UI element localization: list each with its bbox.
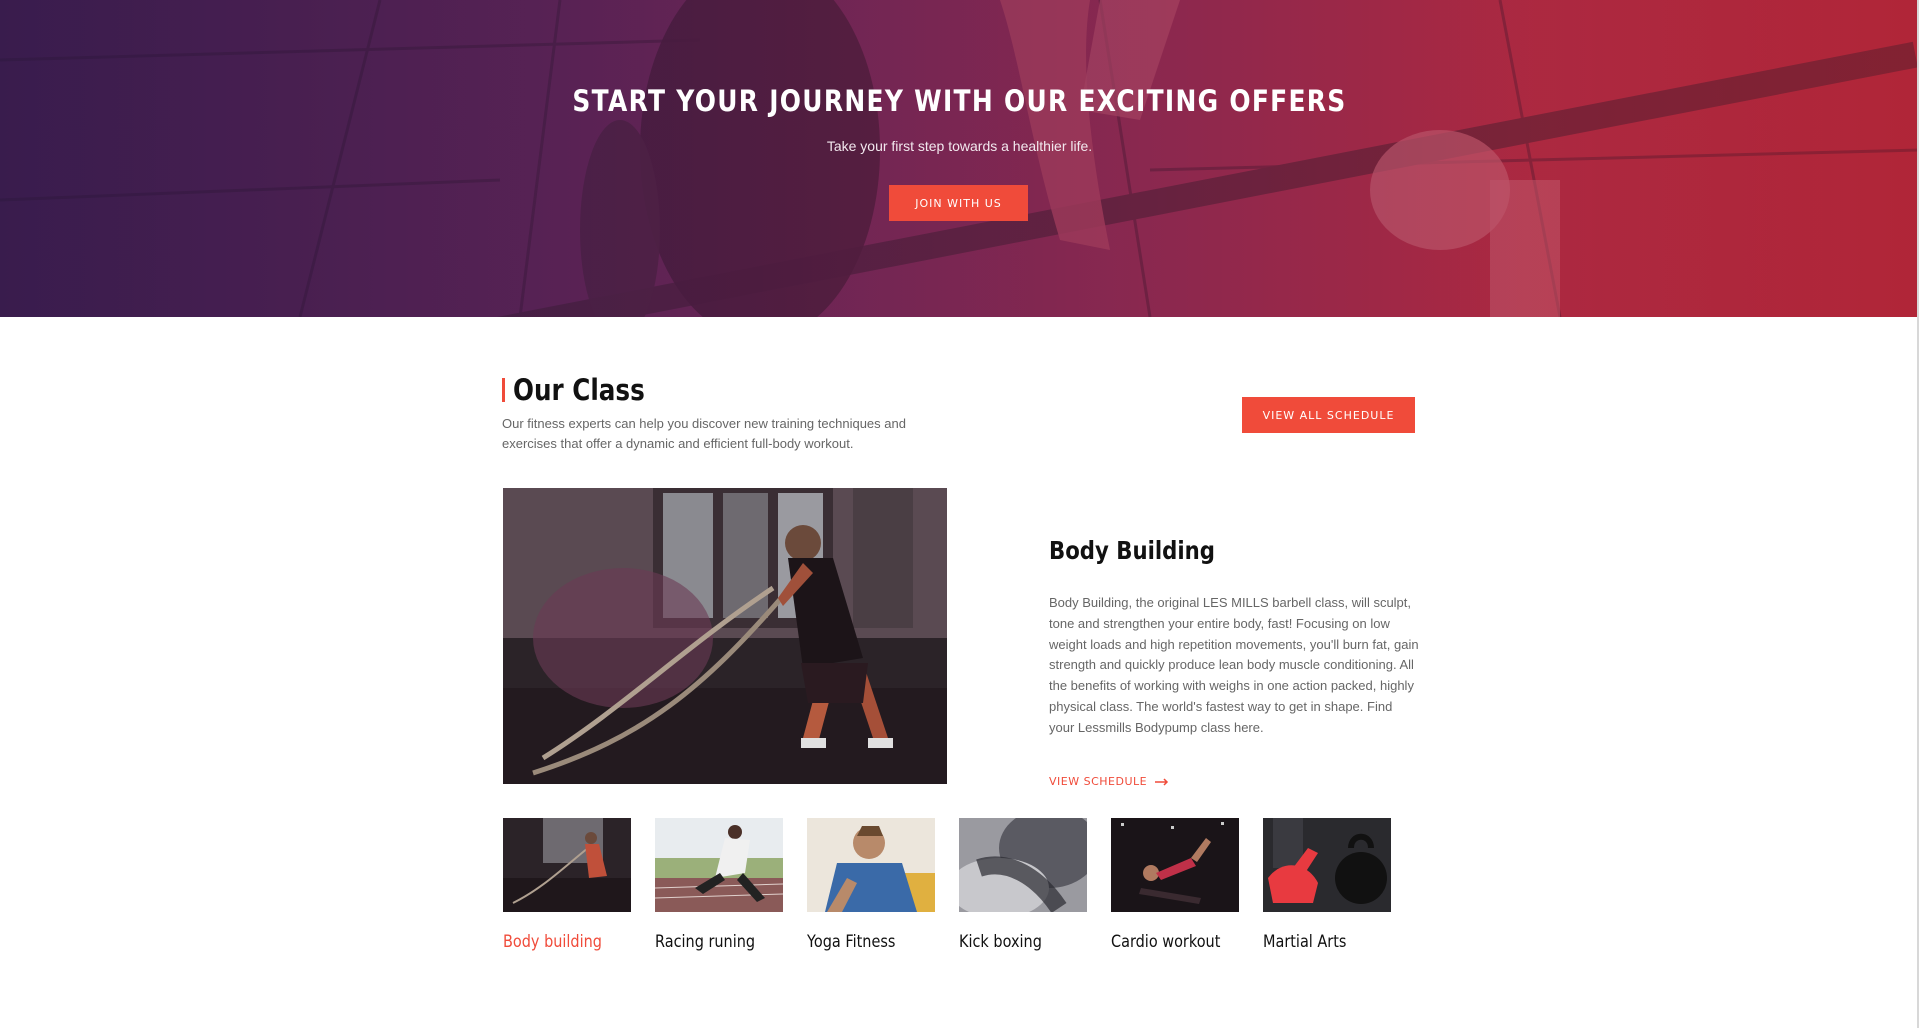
view-schedule-link[interactable]: VIEW SCHEDULE — [1049, 775, 1169, 788]
class-thumb-body-building[interactable]: Body building — [503, 818, 631, 952]
featured-photo-illustration — [503, 488, 947, 784]
class-thumb-yoga-fitness[interactable]: Yoga Fitness — [807, 818, 935, 952]
thumb-image — [503, 818, 631, 912]
class-thumb-cardio-workout[interactable]: Cardio workout — [1111, 818, 1239, 952]
section-description: Our fitness experts can help you discove… — [502, 416, 906, 451]
join-with-us-button[interactable]: JOIN WITH US — [889, 185, 1028, 221]
hero-banner: START YOUR JOURNEY WITH OUR EXCITING OFF… — [0, 0, 1919, 317]
thumb-label: Kick boxing — [959, 932, 1042, 952]
thumb-image — [1111, 818, 1239, 912]
featured-class-title: Body Building — [1049, 536, 1215, 565]
thumb-image — [959, 818, 1087, 912]
featured-class-image — [503, 488, 947, 784]
class-thumb-martial-arts[interactable]: Martial Arts — [1263, 818, 1391, 952]
hero-overlay — [0, 0, 1919, 317]
thumb-label: Martial Arts — [1263, 932, 1347, 952]
class-thumb-kick-boxing[interactable]: Kick boxing — [959, 818, 1087, 952]
class-thumb-racing-runing[interactable]: Racing runing — [655, 818, 783, 952]
hero-subtitle: Take your first step towards a healthier… — [826, 138, 1093, 154]
thumb-label: Racing runing — [655, 932, 756, 952]
thumb-image — [1263, 818, 1391, 912]
section-header: Our Class — [502, 373, 668, 407]
thumb-label: Body building — [503, 932, 602, 952]
featured-class-description: Body Building, the original LES MILLS ba… — [1049, 595, 1419, 735]
thumb-label: Cardio workout — [1111, 932, 1221, 952]
thumb-label: Yoga Fitness — [807, 932, 896, 952]
arrow-right-icon — [1155, 777, 1169, 786]
view-all-schedule-button[interactable]: VIEW ALL SCHEDULE — [1242, 397, 1415, 433]
title-accent-bar — [502, 378, 505, 402]
view-schedule-label: VIEW SCHEDULE — [1049, 775, 1148, 788]
thumb-image — [655, 818, 783, 912]
thumb-image — [807, 818, 935, 912]
hero-title: START YOUR JOURNEY WITH OUR EXCITING OFF… — [572, 84, 1347, 118]
section-title: Our Class — [513, 373, 645, 407]
